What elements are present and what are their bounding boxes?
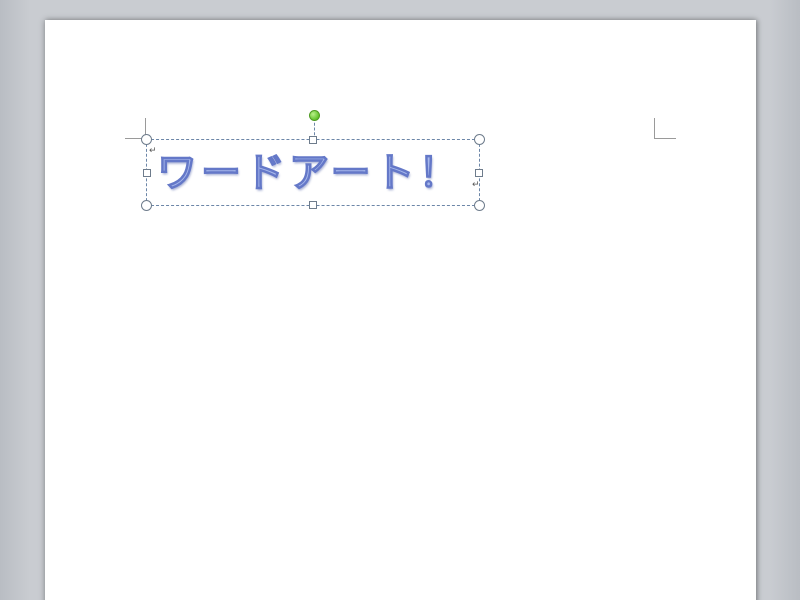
resize-handle-top-left[interactable] <box>141 134 152 145</box>
resize-handle-right[interactable] <box>475 169 483 177</box>
document-page[interactable]: ↵ ワードアート！ ↵ <box>45 20 756 600</box>
resize-handle-top[interactable] <box>309 136 317 144</box>
resize-handle-bottom-right[interactable] <box>474 200 485 211</box>
paragraph-mark-icon: ↵ <box>472 180 480 190</box>
wordart-text[interactable]: ワードアート！ <box>156 145 477 201</box>
resize-handle-bottom-left[interactable] <box>141 200 152 211</box>
crop-mark-top-right <box>654 138 676 139</box>
crop-mark-top-right <box>654 118 655 138</box>
resize-handle-top-right[interactable] <box>474 134 485 145</box>
resize-handle-left[interactable] <box>143 169 151 177</box>
rotate-handle[interactable] <box>309 110 320 121</box>
wordart-textbox[interactable]: ↵ ワードアート！ ↵ <box>141 110 485 211</box>
paragraph-mark-icon: ↵ <box>149 146 157 156</box>
resize-handle-bottom[interactable] <box>309 201 317 209</box>
